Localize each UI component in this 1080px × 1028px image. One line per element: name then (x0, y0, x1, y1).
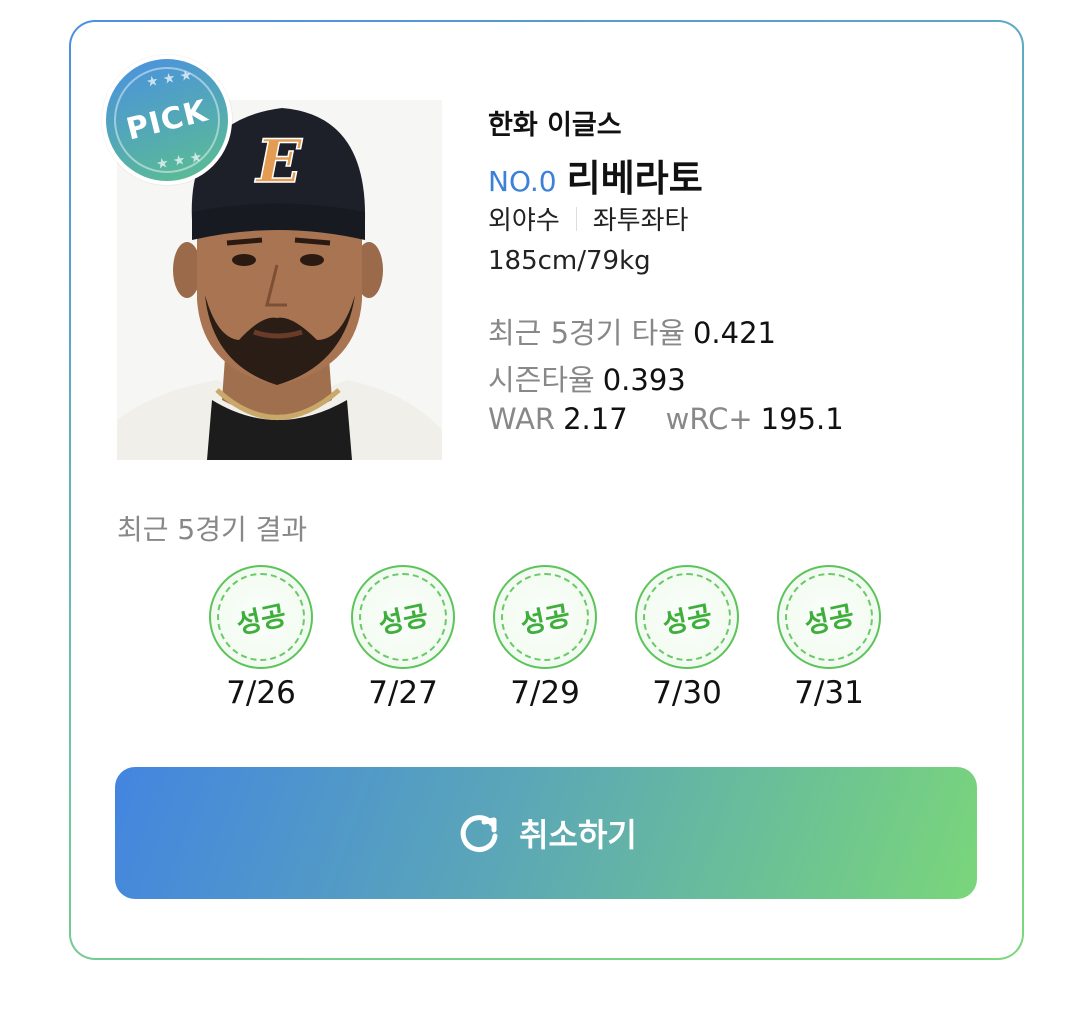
pick-badge: ★ ★ ★ PICK ★ ★ ★ (102, 55, 232, 185)
player-bat-throw: 좌투좌타 (592, 206, 689, 236)
stat-value: 0.393 (602, 363, 686, 397)
stat-value: 2.17 (563, 402, 628, 436)
result-date: 7/26 (226, 675, 296, 711)
result-item: 성공 7/31 (776, 565, 882, 711)
team-name: 한화 이글스 (488, 110, 622, 141)
player-name: 리베라토 (566, 157, 703, 200)
recent-results-list: 성공 7/26 성공 7/27 성공 7/29 성공 7/30 성공 7/31 (208, 565, 882, 711)
player-body-spec: 185cm/79kg (488, 246, 651, 276)
refresh-icon (455, 809, 503, 857)
result-label: 성공 (518, 599, 574, 641)
result-label: 성공 (660, 599, 716, 641)
result-label: 성공 (376, 599, 432, 641)
result-date: 7/30 (652, 675, 722, 711)
success-stamp: 성공 (777, 565, 881, 669)
result-item: 성공 7/29 (492, 565, 598, 711)
success-stamp: 성공 (351, 565, 455, 669)
cancel-button-label: 취소하기 (519, 817, 637, 853)
svg-text:E: E (254, 127, 303, 197)
result-item: 성공 7/26 (208, 565, 314, 711)
divider (575, 206, 577, 231)
player-position-row: 외야수 좌투좌타 (488, 200, 688, 237)
success-stamp: 성공 (635, 565, 739, 669)
stat-recent-avg: 최근 5경기 타율 0.421 (488, 310, 776, 352)
stat-value: 195.1 (760, 402, 844, 436)
player-number: NO.0 (488, 165, 557, 198)
result-date: 7/27 (368, 675, 438, 711)
recent-results-title: 최근 5경기 결과 (117, 513, 308, 546)
result-item: 성공 7/30 (634, 565, 740, 711)
result-date: 7/29 (510, 675, 580, 711)
result-label: 성공 (802, 599, 858, 641)
stat-season-avg: 시즌타율 0.393 (488, 357, 686, 399)
stat-label: 시즌타율 (488, 363, 595, 397)
player-name-row: NO.0 리베라토 (488, 148, 703, 202)
stat-label: wRC+ (665, 402, 753, 436)
stat-value: 0.421 (692, 316, 776, 350)
stat-war-wrc: WAR 2.17 wRC+ 195.1 (488, 402, 844, 436)
stat-label: 최근 5경기 타율 (488, 316, 685, 350)
stat-label: WAR (488, 402, 556, 436)
cancel-button[interactable]: 취소하기 (115, 767, 977, 899)
result-date: 7/31 (794, 675, 864, 711)
success-stamp: 성공 (209, 565, 313, 669)
success-stamp: 성공 (493, 565, 597, 669)
player-position: 외야수 (488, 206, 560, 236)
result-item: 성공 7/27 (350, 565, 456, 711)
result-label: 성공 (234, 599, 290, 641)
